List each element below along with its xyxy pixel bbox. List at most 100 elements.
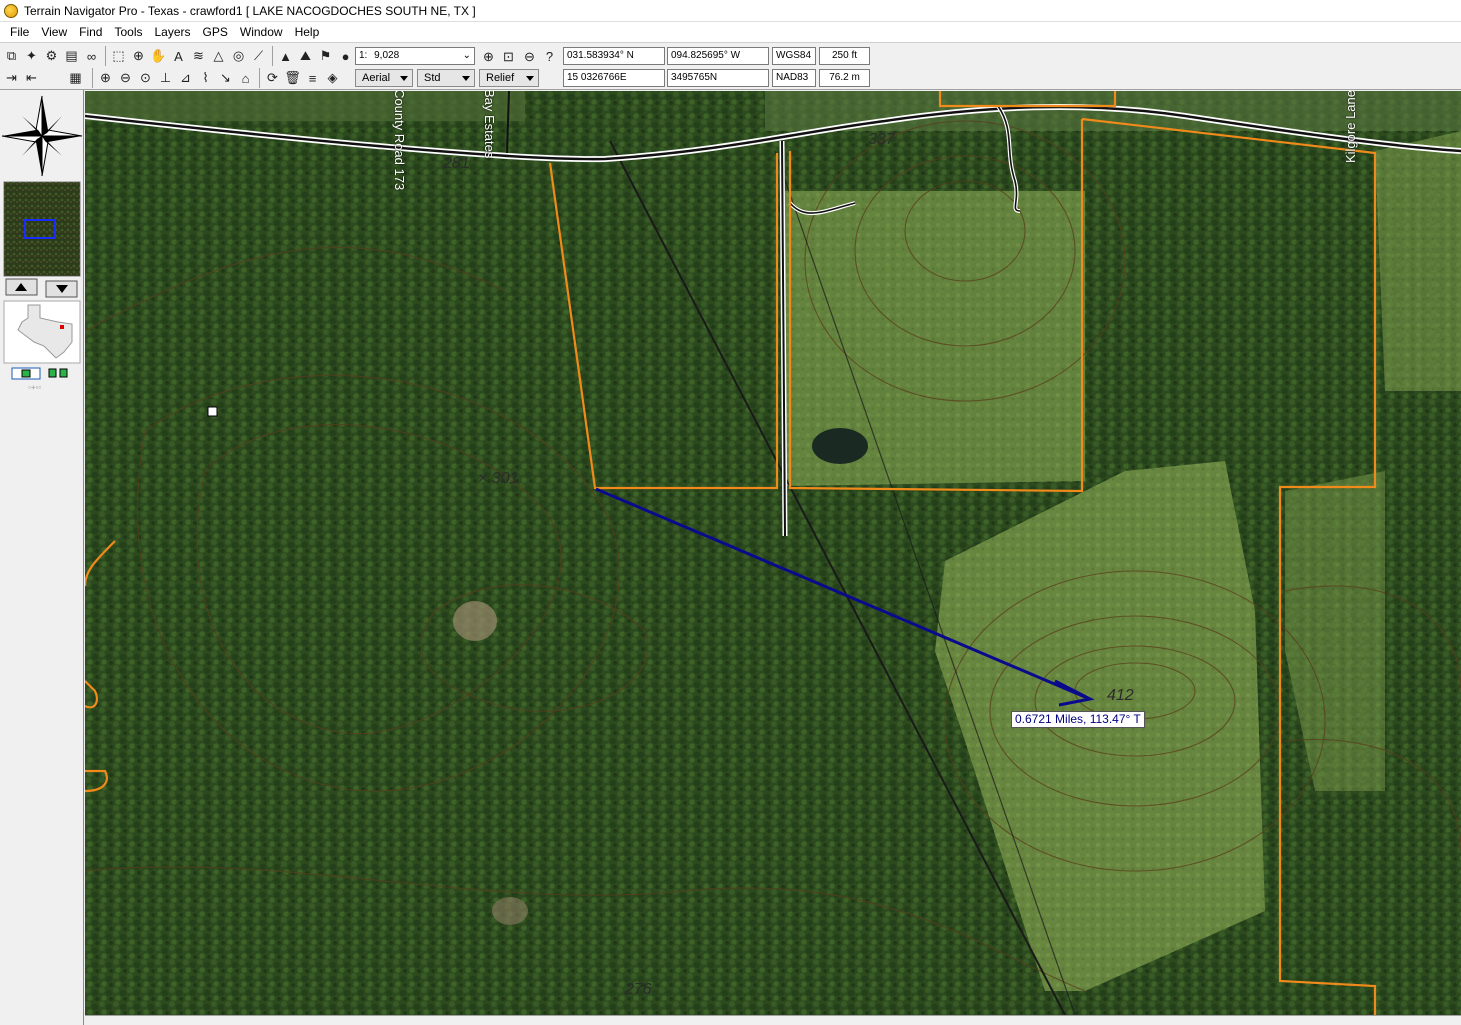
- draw-line-icon[interactable]: ⟋: [249, 47, 268, 66]
- crosshair-icon[interactable]: ⊙: [136, 69, 155, 88]
- navigation-panel: ▫+▫▫: [0, 90, 84, 1025]
- title-bar: Terrain Navigator Pro - Texas - crawford…: [0, 0, 1461, 22]
- status-bar: [85, 1015, 1461, 1025]
- elevation-label: × 301: [478, 470, 519, 487]
- single-view-toggle[interactable]: [11, 367, 41, 380]
- toolbar-row-1: ⧉ ✦ ⚙ ▤ ∞ ⬚ ⊕ ✋ A ≋ △ ◎ ⟋ ▲ ⛰ ⚑ ●: [2, 45, 356, 67]
- link-views-icon[interactable]: ▫+▫▫: [28, 383, 41, 392]
- datum-nad83: NAD83: [772, 69, 816, 87]
- zoom-out-circle-icon[interactable]: ⊖: [520, 47, 539, 66]
- aerial-label: Aerial: [362, 72, 391, 84]
- pan-hand-icon[interactable]: ✋: [149, 47, 168, 66]
- select-rect-icon[interactable]: ⬚: [109, 47, 128, 66]
- help-icon[interactable]: ?: [540, 47, 559, 66]
- export-icon[interactable]: ⇥: [2, 69, 21, 88]
- zoom-in-circle-icon[interactable]: ⊕: [479, 47, 498, 66]
- wand-icon[interactable]: ✦: [22, 47, 41, 66]
- menu-tools[interactable]: Tools: [108, 25, 148, 39]
- fit-window-icon[interactable]: ⊡: [499, 47, 518, 66]
- filter-icon[interactable]: ≡: [303, 69, 322, 88]
- navigation-panel-graphics: ▫+▫▫: [1, 95, 83, 392]
- utm-easting-readout: 15 0326766E: [563, 69, 665, 87]
- toolbar-separator: [105, 46, 106, 66]
- trash-icon[interactable]: 🗑: [283, 69, 302, 88]
- binoculars-icon[interactable]: ∞: [82, 47, 101, 66]
- waypoint-marker[interactable]: [207, 406, 218, 417]
- triangle-icon[interactable]: △: [209, 47, 228, 66]
- menu-find[interactable]: Find: [73, 25, 108, 39]
- elevation-meters: 76.2 m: [819, 69, 870, 87]
- profile-icon[interactable]: ≋: [189, 47, 208, 66]
- target-icon[interactable]: ◎: [229, 47, 248, 66]
- elevation-label: 337: [868, 131, 895, 148]
- print-icon[interactable]: ▤: [62, 47, 81, 66]
- longitude-readout: 094.825695° W: [667, 47, 769, 65]
- menu-view[interactable]: View: [35, 25, 73, 39]
- std-layer-dropdown[interactable]: Std: [417, 69, 475, 87]
- terrain-icon[interactable]: ▲: [276, 47, 295, 66]
- split-view-toggle[interactable]: [48, 368, 68, 378]
- utm-northing-readout: 3495765N: [667, 69, 769, 87]
- menu-window[interactable]: Window: [234, 25, 289, 39]
- map-canvas[interactable]: [85, 91, 1461, 1015]
- sync-icon[interactable]: ⟳: [263, 69, 282, 88]
- texas-state-map[interactable]: [3, 300, 81, 364]
- pin-icon[interactable]: ⊥: [156, 69, 175, 88]
- zoom-icon[interactable]: ⊕: [129, 47, 148, 66]
- gear-icon[interactable]: ⚙: [42, 47, 61, 66]
- overview-minimap[interactable]: [3, 181, 81, 277]
- menu-layers[interactable]: Layers: [149, 25, 197, 39]
- toolbar-separator: [92, 68, 93, 88]
- scale-select[interactable]: 1: 9,028 ⌄: [355, 47, 475, 65]
- relief-layer-dropdown[interactable]: Relief: [479, 69, 539, 87]
- layer-stack-icon[interactable]: ◈: [323, 69, 342, 88]
- polygon-icon[interactable]: ⌂: [236, 69, 255, 88]
- text-tool-icon[interactable]: A: [169, 47, 188, 66]
- hiker-icon[interactable]: ⚑: [316, 47, 335, 66]
- north-arrow-icon[interactable]: [1, 95, 83, 177]
- chevron-down-icon: [526, 76, 534, 81]
- menu-gps[interactable]: GPS: [197, 25, 234, 39]
- elevation-label: 281: [443, 155, 470, 172]
- import-icon[interactable]: ⇤: [22, 69, 41, 88]
- layers-icon[interactable]: ⧉: [2, 47, 21, 66]
- app-icon: [4, 3, 18, 18]
- aerial-layer-dropdown[interactable]: Aerial: [355, 69, 413, 87]
- latitude-readout: 031.583934° N: [563, 47, 665, 65]
- scale-prefix: 1:: [359, 50, 368, 61]
- scroll-up-button[interactable]: [5, 278, 38, 296]
- toolbar-separator: [272, 46, 273, 66]
- menu-file[interactable]: File: [4, 25, 35, 39]
- route-icon[interactable]: ⌇: [196, 69, 215, 88]
- road-label-bay-estates: Bay Estates: [482, 91, 497, 159]
- chevron-down-icon: ⌄: [462, 50, 471, 61]
- area-icon[interactable]: ⊿: [176, 69, 195, 88]
- map-view[interactable]: County Road 173 Bay Estates Kilgore Lane…: [85, 91, 1461, 1015]
- zoom-out-icon[interactable]: ⊖: [116, 69, 135, 88]
- toolbar-row-2: ⇥ ⇤ ▦ ⊕ ⊖ ⊙ ⊥ ⊿ ⌇ ↘ ⌂ ⟳ 🗑 ≡ ◈: [2, 67, 343, 89]
- relief-label: Relief: [486, 72, 515, 84]
- elevation-label: 276: [625, 981, 652, 998]
- road-label-county-road: County Road 173: [392, 91, 407, 191]
- zoom-in-icon[interactable]: ⊕: [96, 69, 115, 88]
- printer-icon[interactable]: ▦: [66, 69, 85, 88]
- road-label-kilgore-lane: Kilgore Lane: [1343, 91, 1358, 163]
- toolbar: ⧉ ✦ ⚙ ▤ ∞ ⬚ ⊕ ✋ A ≋ △ ◎ ⟋ ▲ ⛰ ⚑ ● ⇥ ⇤ ▦ …: [0, 44, 1461, 90]
- scroll-down-button[interactable]: [45, 280, 78, 298]
- terrain-3d-icon[interactable]: ⛰: [296, 47, 315, 66]
- std-label: Std: [424, 72, 441, 84]
- elevation-label: 412: [1107, 687, 1134, 704]
- chevron-down-icon: [400, 76, 408, 81]
- window-title: Terrain Navigator Pro - Texas - crawford…: [24, 3, 476, 18]
- elevation-feet: 250 ft: [819, 47, 870, 65]
- measurement-label: 0.6721 Miles, 113.47° T: [1011, 711, 1145, 728]
- scale-value: 9,028: [374, 50, 400, 61]
- toolbar-separator: [259, 68, 260, 88]
- datum-wgs84: WGS84: [772, 47, 816, 65]
- menu-help[interactable]: Help: [289, 25, 326, 39]
- globe-icon[interactable]: ●: [336, 47, 355, 66]
- aerial-imagery: [85, 91, 1461, 1015]
- measure-icon[interactable]: ↘: [216, 69, 235, 88]
- menu-bar: File View Find Tools Layers GPS Window H…: [0, 22, 1461, 43]
- chevron-down-icon: [462, 76, 470, 81]
